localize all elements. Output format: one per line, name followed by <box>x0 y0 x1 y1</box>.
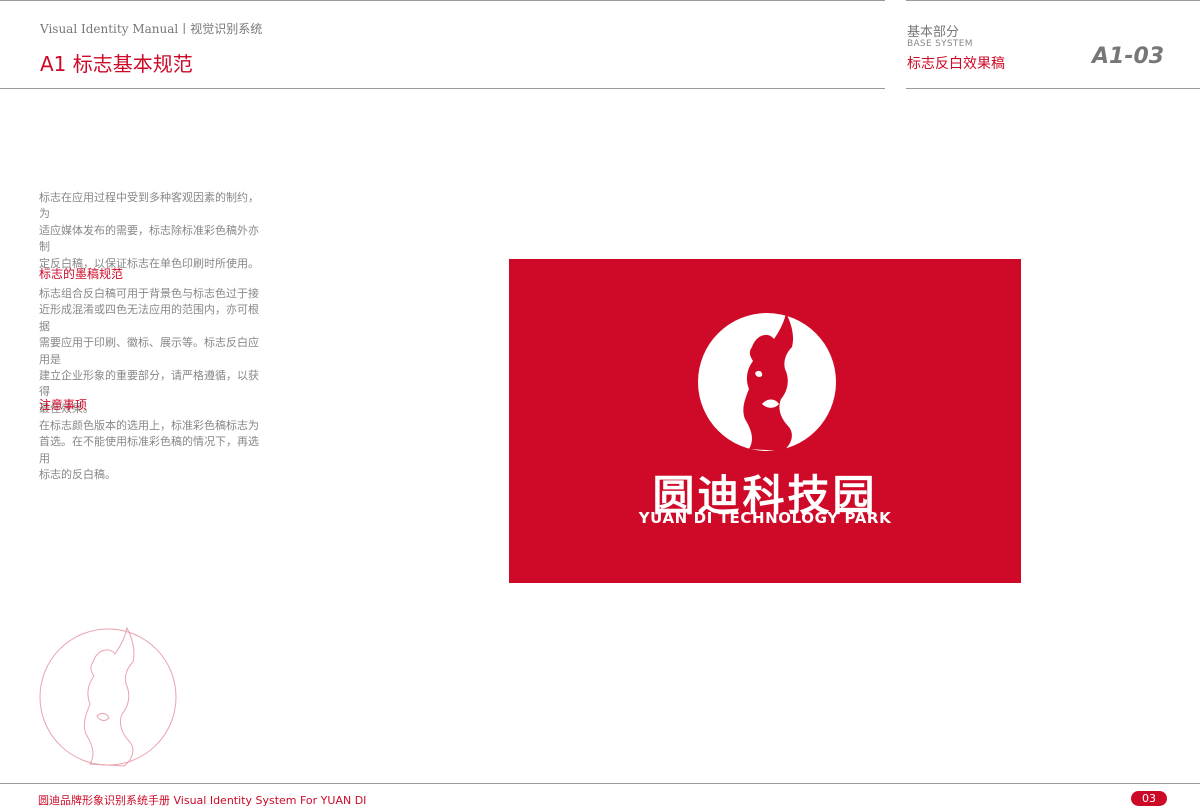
intro-paragraph: 标志在应用过程中受到多种客观因素的制约，为 适应媒体发布的需要，标志除标准彩色稿… <box>39 190 269 272</box>
header-bottom-rule-left <box>0 88 885 89</box>
ink-spec-line: 需要应用于印刷、徽标、展示等。标志反白应用是 <box>39 336 259 366</box>
header-rule-left <box>0 0 885 1</box>
notes-line: 标志的反白稿。 <box>39 468 116 482</box>
section-heading-notes: 注意事项 <box>39 398 88 412</box>
intro-line: 适应媒体发布的需要，标志除标准彩色稿外亦制 <box>39 223 259 254</box>
system-label-en: BASE SYSTEM <box>907 39 973 49</box>
page-subject: 标志反白效果稿 <box>907 56 1005 72</box>
logo-reverse-panel: 圆迪科技园 YUAN DI TECHNOLOGY PARK <box>509 259 1021 583</box>
watermark-emblem-icon <box>39 626 177 767</box>
emblem-icon <box>698 313 836 451</box>
intro-line: 标志在应用过程中受到多种客观因素的制约，为 <box>39 191 259 221</box>
header-bottom-rule-right <box>906 88 1200 89</box>
section-heading-ink-spec: 标志的墨稿规范 <box>39 267 124 281</box>
footer-rule <box>0 783 1200 784</box>
notes-line: 首选。在不能使用标准彩色稿的情况下，再选用 <box>39 435 259 465</box>
logo-name-en: YUAN DI TECHNOLOGY PARK <box>638 509 892 527</box>
manual-title: Visual Identity Manual丨视觉识别系统 <box>40 22 263 36</box>
notes-paragraph: 在标志颜色版本的选用上，标准彩色稿标志为 首选。在不能使用标准彩色稿的情况下，再… <box>39 418 269 484</box>
ink-spec-line: 标志组合反白稿可用于背景色与标志色过于接 <box>39 287 259 300</box>
footer-text: 圆迪品牌形象识别系统手册 Visual Identity System For … <box>38 794 367 807</box>
ink-spec-line: 近形成混淆或四色无法应用的范围内，亦可根据 <box>39 303 259 333</box>
page-title: A1 标志基本规范 <box>40 52 193 76</box>
notes-line: 在标志颜色版本的选用上，标准彩色稿标志为 <box>39 419 259 432</box>
system-label-cn: 基本部分 <box>907 25 960 40</box>
page-code: A1-03 <box>1092 44 1165 69</box>
page-number-badge: 03 <box>1131 791 1167 806</box>
header-rule-right <box>906 0 1200 1</box>
